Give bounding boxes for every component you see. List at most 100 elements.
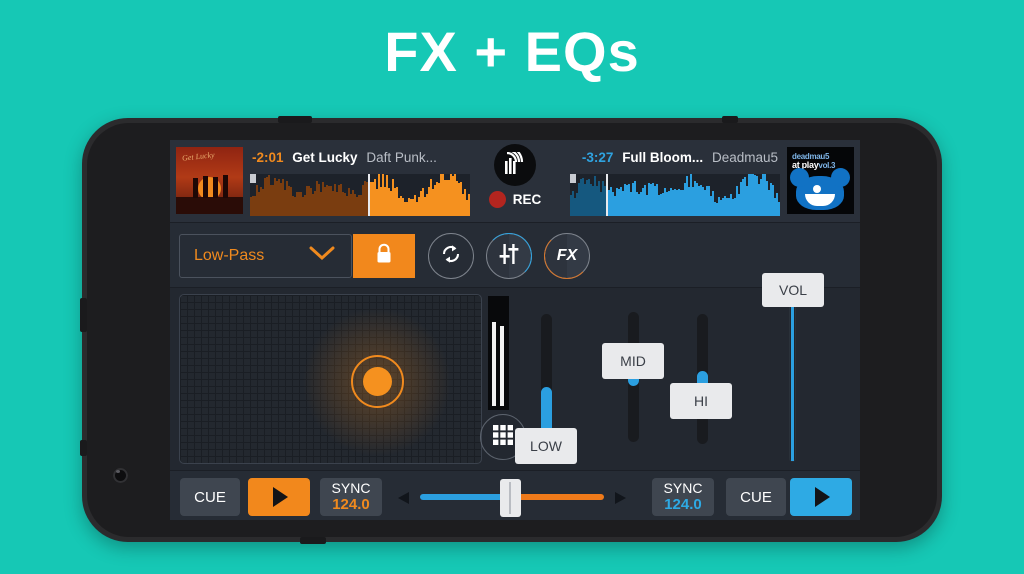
- waveform-bar: [442, 174, 444, 216]
- waveform-bar: [286, 181, 288, 216]
- waveform-bar: [732, 199, 734, 216]
- waveform-bar: [306, 185, 308, 216]
- waveform-bar: [406, 202, 408, 216]
- waveform-bar: [446, 180, 448, 216]
- waveform-right[interactable]: [570, 174, 780, 216]
- crossfader[interactable]: [398, 479, 626, 517]
- eq-slider-low[interactable]: [541, 314, 552, 444]
- waveform-bar: [588, 178, 590, 216]
- eq-slider-hi[interactable]: [697, 314, 708, 444]
- waveform-bar: [730, 194, 732, 216]
- record-button[interactable]: REC: [472, 191, 558, 208]
- album-art-left-image: Get Lucky: [176, 147, 243, 214]
- xy-pad-touch-point[interactable]: [363, 367, 392, 396]
- phone-volume-button[interactable]: [80, 298, 87, 332]
- waveform-bar: [586, 180, 588, 216]
- waveform-bar: [602, 180, 604, 216]
- waveform-bar: [448, 180, 450, 216]
- sync-label-right: SYNC: [663, 480, 703, 496]
- eq-slider-low-handle[interactable]: LOW: [515, 428, 577, 464]
- album-art-left[interactable]: Get Lucky: [176, 147, 243, 214]
- waveform-left[interactable]: [250, 174, 470, 216]
- waveform-bar: [726, 197, 728, 216]
- volume-slider-handle[interactable]: VOL: [762, 273, 824, 307]
- sync-button-right[interactable]: SYNC 124.0: [652, 478, 714, 516]
- waveform-bar: [664, 187, 666, 216]
- broadcast-icon[interactable]: [494, 144, 536, 186]
- waveform-bar: [252, 196, 254, 216]
- waveform-bar: [702, 186, 704, 216]
- waveform-bar: [636, 191, 638, 216]
- lock-button[interactable]: [353, 234, 415, 278]
- waveform-bar: [284, 190, 286, 216]
- eq-button[interactable]: [486, 233, 532, 279]
- volume-slider[interactable]: [789, 298, 796, 462]
- chevron-down-icon: [309, 246, 335, 266]
- waveform-bar: [318, 184, 320, 216]
- waveform-bar: [356, 197, 358, 216]
- waveform-bar: [254, 196, 256, 216]
- crossfader-handle[interactable]: [500, 479, 521, 517]
- waveform-bar: [686, 175, 688, 216]
- waveform-bar: [404, 201, 406, 216]
- waveform-bar: [770, 183, 772, 216]
- eq-sliders-icon: [497, 242, 521, 271]
- album-art-mouse-head: [790, 168, 850, 210]
- waveform-bar: [742, 179, 744, 216]
- play-button-right[interactable]: [790, 478, 852, 516]
- waveform-bar: [744, 177, 746, 216]
- waveform-bar: [696, 183, 698, 216]
- waveform-bar: [632, 183, 634, 216]
- xy-pad[interactable]: [179, 294, 482, 464]
- waveform-bar: [772, 184, 774, 216]
- waveform-bar: [582, 178, 584, 216]
- waveform-bar: [444, 179, 446, 216]
- waveform-bar: [398, 198, 400, 216]
- waveform-bar: [452, 176, 454, 216]
- waveform-bar: [360, 194, 362, 216]
- waveform-bar: [462, 193, 464, 216]
- waveform-bar: [358, 194, 360, 216]
- arrow-right-icon[interactable]: [615, 492, 626, 504]
- play-button-left[interactable]: [248, 478, 310, 516]
- waveform-bar: [768, 190, 770, 216]
- volume-slider-fill: [791, 299, 794, 461]
- waveform-bar: [338, 185, 340, 216]
- album-art-figure: [203, 175, 208, 198]
- waveform-bar: [336, 192, 338, 216]
- waveform-bar: [382, 174, 384, 216]
- loop-button[interactable]: [428, 233, 474, 279]
- fx-button[interactable]: FX: [544, 233, 590, 279]
- album-art-mouse-eye: [813, 185, 821, 193]
- waveform-bar: [704, 189, 706, 216]
- waveform-bar: [402, 198, 404, 216]
- waveform-bar: [340, 184, 342, 216]
- cue-button-left[interactable]: CUE: [180, 478, 240, 516]
- waveform-bar: [760, 178, 762, 216]
- sync-button-left[interactable]: SYNC 124.0: [320, 478, 382, 516]
- waveform-bar: [288, 185, 290, 216]
- eq-slider-hi-handle[interactable]: HI: [670, 383, 732, 419]
- waveform-bar: [608, 189, 610, 216]
- waveform-bar: [690, 174, 692, 216]
- waveform-bar: [764, 174, 766, 216]
- album-art-right[interactable]: deadmau5 at playvol.3: [787, 147, 854, 214]
- waveform-bar: [466, 200, 468, 216]
- arrow-left-icon[interactable]: [398, 492, 409, 504]
- waveform-bar: [682, 189, 684, 216]
- waveform-bar: [266, 177, 268, 216]
- waveform-bar: [408, 197, 410, 216]
- deck-header: Get Lucky -2:01 Get Lucky Daft Punk... R…: [170, 140, 860, 223]
- eq-slider-mid-handle[interactable]: MID: [602, 343, 664, 379]
- waveform-bar: [716, 202, 718, 216]
- effect-select[interactable]: Low-Pass: [179, 234, 352, 278]
- waveform-bar: [654, 186, 656, 216]
- album-art-figure: [223, 174, 228, 198]
- waveform-bar: [374, 178, 376, 216]
- waveform-bar: [620, 186, 622, 216]
- waveform-bar: [388, 188, 390, 216]
- cue-button-right[interactable]: CUE: [726, 478, 786, 516]
- waveform-bar: [378, 174, 380, 216]
- phone-power-button[interactable]: [80, 440, 87, 456]
- waveform-left-playhead: [368, 174, 370, 216]
